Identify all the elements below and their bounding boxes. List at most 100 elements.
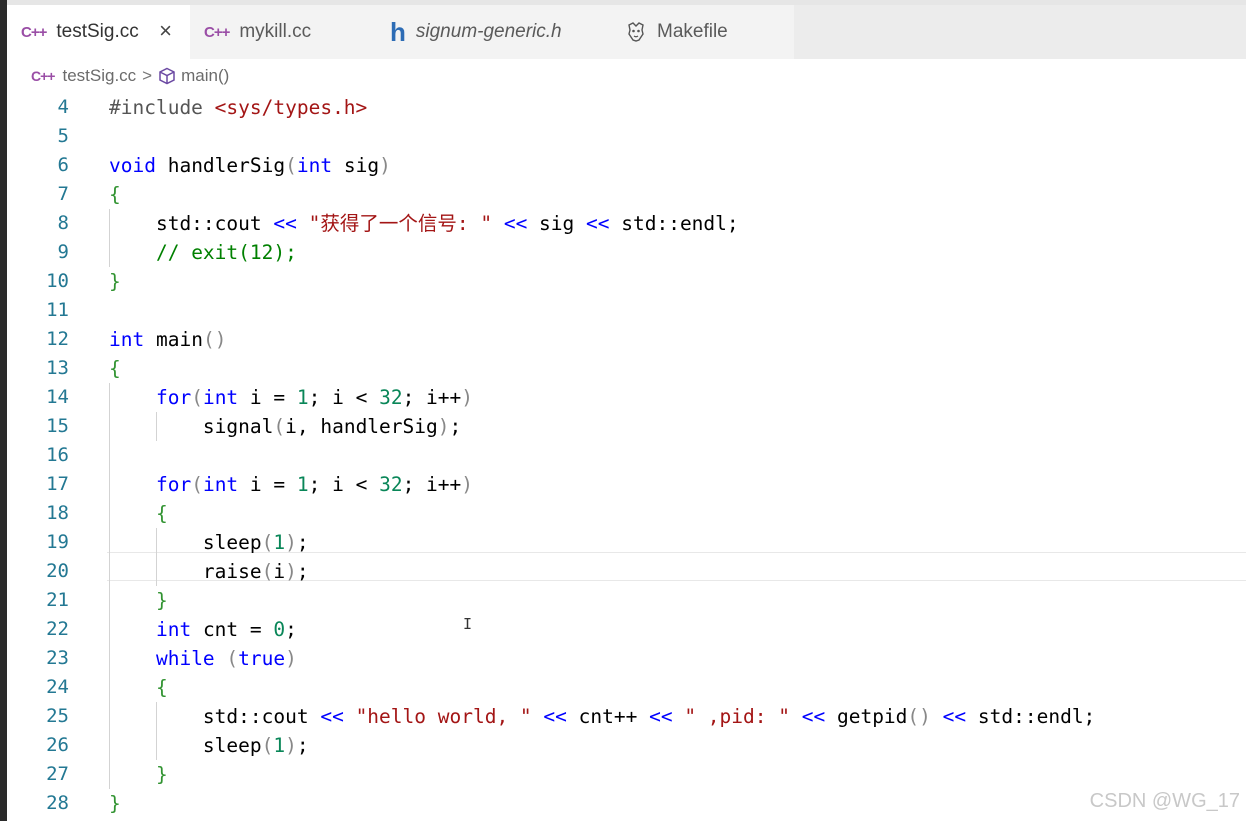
code-line: 12 int main() <box>7 325 1246 354</box>
indent-guide <box>156 702 157 760</box>
code-line: 16 <box>7 441 1246 470</box>
line-code: { <box>155 502 168 525</box>
tab-makefile[interactable]: Makefile <box>611 5 794 59</box>
breadcrumb: C++ testSig.cc > main() <box>7 59 1246 93</box>
code-line: 19 sleep(1); <box>7 528 1246 557</box>
line-number: 16 <box>46 444 69 466</box>
line-code: } <box>109 270 121 293</box>
line-number: 22 <box>46 618 69 640</box>
line-number: 9 <box>57 241 69 263</box>
close-icon[interactable]: × <box>159 18 172 44</box>
line-number: 14 <box>46 386 69 408</box>
tab-signum-generic-h[interactable]: h signum-generic.h <box>376 5 611 59</box>
code-line: 24 { <box>7 673 1246 702</box>
breadcrumb-symbol[interactable]: main() <box>181 66 229 86</box>
line-code: for(int i = 1; i < 32; i++) <box>155 386 474 409</box>
line-code: { <box>109 357 121 380</box>
code-line: 11 <box>7 296 1246 325</box>
code-line: 8 std::cout << "获得了一个信号: " << sig << std… <box>7 209 1246 238</box>
code-editor[interactable]: 4 #include <sys/types.h> 5 6 void handlerSig… <box>7 93 1246 821</box>
line-number: 18 <box>46 502 69 524</box>
line-number: 4 <box>57 96 69 118</box>
line-number: 19 <box>46 531 69 553</box>
line-code: // exit(12); <box>155 241 297 264</box>
line-code: void handlerSig(int sig) <box>109 154 391 177</box>
code-line: 20 raise(i); <box>7 557 1246 586</box>
code-line: 23 while (true) <box>7 644 1246 673</box>
line-number: 20 <box>46 560 69 582</box>
line-code: raise(i); <box>109 560 309 583</box>
line-number: 13 <box>46 357 69 379</box>
line-number: 28 <box>46 792 69 814</box>
line-number: 24 <box>46 676 69 698</box>
line-number: 7 <box>57 183 69 205</box>
line-number: 12 <box>46 328 69 350</box>
line-number: 23 <box>46 647 69 669</box>
text-cursor-icon: I <box>463 615 473 633</box>
code-line: 28} <box>7 789 1246 818</box>
code-line: 25 std::cout << "hello world, " << cnt++… <box>7 702 1246 731</box>
code-line: 7{ <box>7 180 1246 209</box>
chevron-right-icon: > <box>142 66 153 85</box>
indent-guide <box>109 209 110 267</box>
code-line: 9 // exit(12); <box>7 238 1246 267</box>
line-code: std::cout << "hello world, " << cnt++ <<… <box>109 705 1096 728</box>
code-line: 14 for(int i = 1; i < 32; i++) <box>7 383 1246 412</box>
tab-label: Makefile <box>657 21 728 42</box>
code-line: 5 <box>7 122 1246 151</box>
line-code: int main() <box>109 328 227 351</box>
line-number: 5 <box>57 125 69 147</box>
indent-guide <box>109 383 110 789</box>
window-left-border <box>0 0 7 821</box>
code-line: 6 void handlerSig(int sig) <box>7 151 1246 180</box>
method-cube-icon <box>159 67 175 85</box>
line-number: 8 <box>57 212 69 234</box>
line-number: 15 <box>46 415 69 437</box>
cpp-file-icon: C++ <box>31 68 55 84</box>
line-code: signal(i, handlerSig); <box>109 415 462 438</box>
line-code: while (true) <box>155 647 297 670</box>
code-line: 22 int cnt = 0; <box>7 615 1246 644</box>
line-code: } <box>109 792 121 815</box>
cpp-file-icon: C++ <box>204 23 230 41</box>
header-file-icon: h <box>390 16 406 47</box>
code-line: 17 for(int i = 1; i < 32; i++) <box>7 470 1246 499</box>
line-code: std::cout << "获得了一个信号: " << sig << std::… <box>109 212 739 235</box>
line-number: 26 <box>46 734 69 756</box>
breadcrumb-file[interactable]: testSig.cc <box>62 66 136 86</box>
makefile-icon <box>625 21 647 43</box>
code-line: 4 #include <sys/types.h> <box>7 93 1246 122</box>
code-line: 13 { <box>7 354 1246 383</box>
indent-guide <box>156 528 157 586</box>
line-code: } <box>155 763 168 786</box>
tab-label: signum-generic.h <box>415 21 562 42</box>
line-number: 6 <box>57 154 69 176</box>
line-code: int cnt = 0; <box>155 618 297 641</box>
cpp-file-icon: C++ <box>21 23 47 41</box>
tab-label: testSig.cc <box>56 21 139 42</box>
line-number: 11 <box>46 299 69 321</box>
code-line: 26 sleep(1); <box>7 731 1246 760</box>
editor-tab-bar: C++ testSig.cc × C++ mykill.cc h signum-… <box>7 5 1246 59</box>
line-number: 27 <box>46 763 69 785</box>
line-number: 10 <box>46 270 69 292</box>
code-line: 27 } <box>7 760 1246 789</box>
indent-guide <box>156 412 157 441</box>
line-code: sleep(1); <box>109 531 309 554</box>
tab-label: mykill.cc <box>239 21 312 42</box>
code-line: 18 { <box>7 499 1246 528</box>
code-line: 15 signal(i, handlerSig); <box>7 412 1246 441</box>
line-number: 21 <box>46 589 69 611</box>
line-code: { <box>109 183 121 206</box>
line-code: sleep(1); <box>109 734 309 757</box>
line-code: } <box>155 589 168 612</box>
code-line: 21 } <box>7 586 1246 615</box>
tab-mykill-cc[interactable]: C++ mykill.cc <box>190 5 376 59</box>
line-number: 17 <box>46 473 69 495</box>
watermark: CSDN @WG_17 <box>1089 790 1240 812</box>
tab-testsig-cc[interactable]: C++ testSig.cc × <box>7 5 190 59</box>
line-code: for(int i = 1; i < 32; i++) <box>155 473 474 496</box>
line-number: 25 <box>46 705 69 727</box>
line-code: { <box>155 676 168 699</box>
code-line: 10} <box>7 267 1246 296</box>
